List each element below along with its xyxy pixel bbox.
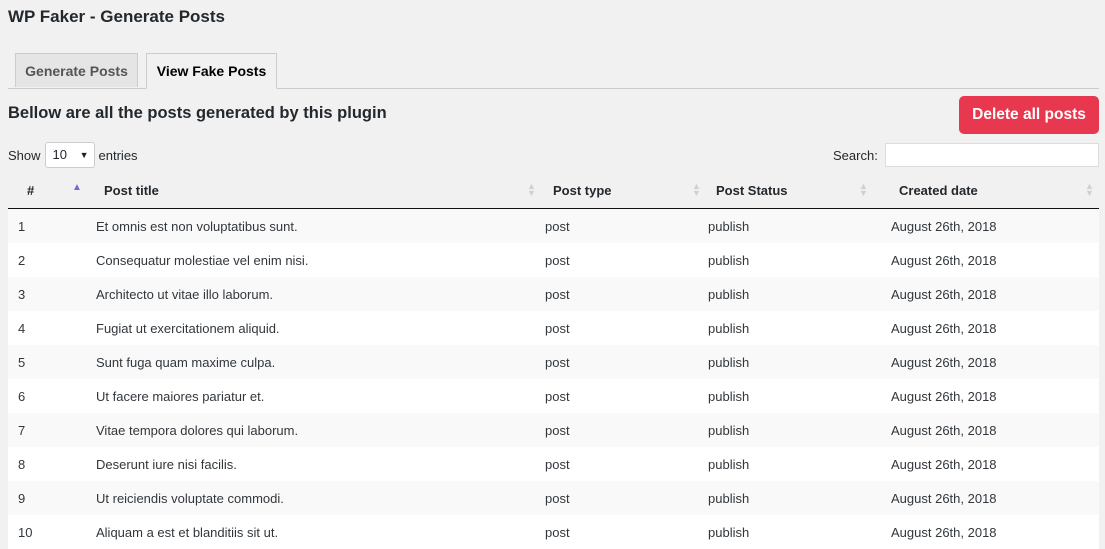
sort-both-icon: ▲▼ [1085, 183, 1094, 197]
cell-post-type: post [545, 209, 708, 244]
cell-number: 5 [8, 345, 96, 379]
table-body: 1 Et omnis est non voluptatibus sunt. po… [8, 209, 1099, 549]
cell-post-type: post [545, 515, 708, 549]
cell-created-date: August 26th, 2018 [891, 277, 1099, 311]
cell-post-title: Deserunt iure nisi facilis. [96, 447, 545, 481]
page-length-select[interactable]: 10 ▼ [45, 142, 95, 168]
cell-post-status: publish [708, 311, 891, 345]
cell-post-status: publish [708, 447, 891, 481]
cell-post-type: post [545, 481, 708, 515]
cell-created-date: August 26th, 2018 [891, 447, 1099, 481]
cell-post-status: publish [708, 379, 891, 413]
table-row: 2 Consequatur molestiae vel enim nisi. p… [8, 243, 1099, 277]
cell-post-status: publish [708, 209, 891, 244]
table-row: 10 Aliquam a est et blanditiis sit ut. p… [8, 515, 1099, 549]
cell-post-status: publish [708, 413, 891, 447]
table-row: 7 Vitae tempora dolores qui laborum. pos… [8, 413, 1099, 447]
cell-post-title: Aliquam a est et blanditiis sit ut. [96, 515, 545, 549]
cell-post-status: publish [708, 481, 891, 515]
cell-created-date: August 26th, 2018 [891, 413, 1099, 447]
cell-post-title: Ut reiciendis voluptate commodi. [96, 481, 545, 515]
cell-post-title: Ut facere maiores pariatur et. [96, 379, 545, 413]
search-label: Search: [833, 148, 878, 163]
cell-number: 1 [8, 209, 96, 244]
column-header-label: # [27, 183, 34, 198]
table-row: 5 Sunt fuga quam maxime culpa. post publ… [8, 345, 1099, 379]
tab-view-fake-posts[interactable]: View Fake Posts [146, 53, 277, 89]
cell-number: 6 [8, 379, 96, 413]
section-heading: Bellow are all the posts generated by th… [8, 104, 387, 123]
page-title: WP Faker - Generate Posts [8, 7, 225, 27]
cell-post-status: publish [708, 277, 891, 311]
table-row: 9 Ut reiciendis voluptate commodi. post … [8, 481, 1099, 515]
cell-created-date: August 26th, 2018 [891, 481, 1099, 515]
cell-number: 7 [8, 413, 96, 447]
cell-post-type: post [545, 345, 708, 379]
cell-number: 8 [8, 447, 96, 481]
cell-created-date: August 26th, 2018 [891, 243, 1099, 277]
column-header-created-date[interactable]: Created date ▲▼ [891, 172, 1099, 209]
posts-table: # ▲ Post title ▲▼ Post type ▲▼ Post Stat… [8, 172, 1099, 549]
cell-post-type: post [545, 447, 708, 481]
sort-both-icon: ▲▼ [859, 183, 868, 197]
page-length-control: Show 10 ▼ entries [8, 142, 138, 168]
cell-post-type: post [545, 311, 708, 345]
cell-post-title: Sunt fuga quam maxime culpa. [96, 345, 545, 379]
cell-post-type: post [545, 277, 708, 311]
sort-both-icon: ▲▼ [527, 183, 536, 197]
chevron-down-icon: ▼ [80, 143, 89, 167]
table-header-row: # ▲ Post title ▲▼ Post type ▲▼ Post Stat… [8, 172, 1099, 209]
cell-post-title: Consequatur molestiae vel enim nisi. [96, 243, 545, 277]
table-row: 3 Architecto ut vitae illo laborum. post… [8, 277, 1099, 311]
cell-post-title: Vitae tempora dolores qui laborum. [96, 413, 545, 447]
tab-bar: Generate Posts View Fake Posts [8, 53, 1099, 89]
cell-post-type: post [545, 243, 708, 277]
cell-created-date: August 26th, 2018 [891, 345, 1099, 379]
entries-label: entries [99, 148, 138, 163]
delete-all-posts-button[interactable]: Delete all posts [959, 96, 1099, 134]
column-header-post-status[interactable]: Post Status ▲▼ [708, 172, 891, 209]
cell-number: 4 [8, 311, 96, 345]
cell-number: 9 [8, 481, 96, 515]
show-label: Show [8, 148, 41, 163]
cell-post-status: publish [708, 345, 891, 379]
column-header-label: Created date [899, 183, 978, 198]
sort-ascending-icon: ▲ [72, 182, 82, 193]
cell-created-date: August 26th, 2018 [891, 209, 1099, 244]
table-row: 6 Ut facere maiores pariatur et. post pu… [8, 379, 1099, 413]
cell-created-date: August 26th, 2018 [891, 379, 1099, 413]
column-header-post-title[interactable]: Post title ▲▼ [96, 172, 545, 209]
cell-number: 10 [8, 515, 96, 549]
cell-created-date: August 26th, 2018 [891, 311, 1099, 345]
sort-both-icon: ▲▼ [692, 183, 701, 197]
cell-post-status: publish [708, 515, 891, 549]
search-input[interactable] [885, 143, 1099, 167]
column-header-label: Post type [553, 183, 612, 198]
cell-post-title: Fugiat ut exercitationem aliquid. [96, 311, 545, 345]
page-length-value: 10 [53, 147, 67, 162]
cell-number: 2 [8, 243, 96, 277]
column-header-post-type[interactable]: Post type ▲▼ [545, 172, 708, 209]
cell-post-type: post [545, 379, 708, 413]
column-header-label: Post Status [716, 183, 788, 198]
column-header-number[interactable]: # ▲ [8, 172, 96, 209]
cell-number: 3 [8, 277, 96, 311]
table-row: 1 Et omnis est non voluptatibus sunt. po… [8, 209, 1099, 244]
cell-post-type: post [545, 413, 708, 447]
cell-created-date: August 26th, 2018 [891, 515, 1099, 549]
search-control: Search: [833, 142, 1099, 168]
table-row: 8 Deserunt iure nisi facilis. post publi… [8, 447, 1099, 481]
cell-post-title: Et omnis est non voluptatibus sunt. [96, 209, 545, 244]
cell-post-title: Architecto ut vitae illo laborum. [96, 277, 545, 311]
column-header-label: Post title [104, 183, 159, 198]
tab-generate-posts[interactable]: Generate Posts [15, 53, 138, 87]
cell-post-status: publish [708, 243, 891, 277]
table-row: 4 Fugiat ut exercitationem aliquid. post… [8, 311, 1099, 345]
